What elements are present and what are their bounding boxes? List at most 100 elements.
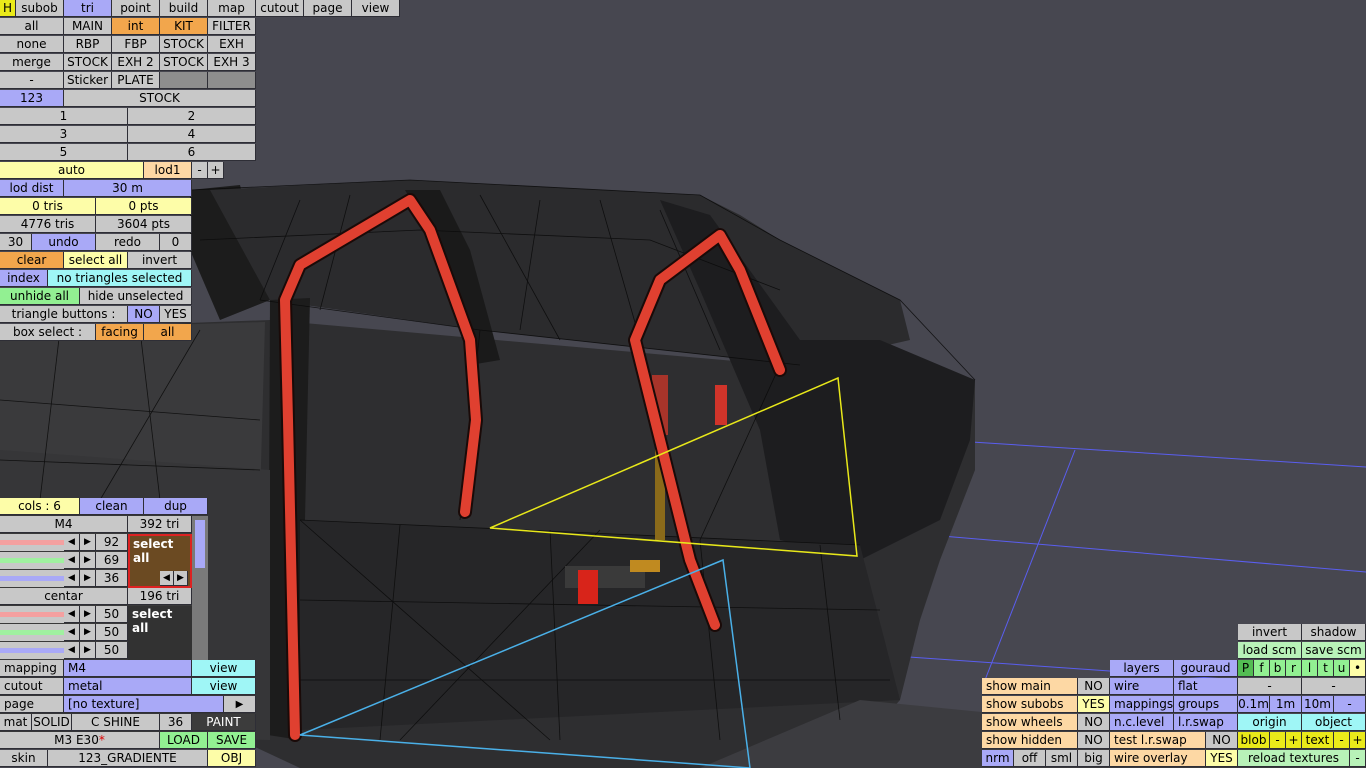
arrow-right-icon[interactable]: ▶ (80, 552, 96, 569)
lod-dist-value[interactable]: 30 m (64, 180, 192, 197)
paint-button[interactable]: PAINT (192, 714, 256, 731)
filter-all-button[interactable]: all (0, 18, 64, 35)
layers-button[interactable]: layers (1110, 660, 1174, 677)
tab-tri[interactable]: tri (64, 0, 112, 17)
subob-sticker[interactable]: Sticker (64, 72, 112, 89)
blob-plus-button[interactable]: + (1286, 732, 1302, 749)
groups-button[interactable]: groups (1174, 696, 1238, 713)
view-front-button[interactable]: P (1238, 660, 1254, 677)
invert-selection-button[interactable]: invert (128, 252, 192, 269)
grid-10m-button[interactable]: 10m (1302, 696, 1334, 713)
dot-icon[interactable]: • (1350, 660, 1366, 677)
material-2-name[interactable]: centar (0, 588, 128, 605)
subob-kit[interactable]: KIT (160, 18, 208, 35)
skin-value[interactable]: 123_GRADIENTE (48, 750, 208, 767)
material-1-blue-value[interactable]: 36 (96, 570, 128, 587)
show-hidden-toggle[interactable]: NO (1078, 732, 1110, 749)
tab-cutout[interactable]: cutout (256, 0, 304, 17)
view-b-button[interactable]: b (1270, 660, 1286, 677)
material-1-select-all[interactable]: select all (133, 537, 190, 565)
triangle-buttons-no[interactable]: NO (128, 306, 160, 323)
show-hidden-label[interactable]: show hidden (982, 732, 1078, 749)
material-2-green-value[interactable]: 50 (96, 624, 128, 641)
show-subobs-label[interactable]: show subobs (982, 696, 1078, 713)
dash-button-2[interactable]: - (1302, 678, 1366, 695)
show-subobs-toggle[interactable]: YES (1078, 696, 1110, 713)
material-1-red-value[interactable]: 92 (96, 534, 128, 551)
box-select-facing[interactable]: facing (96, 324, 144, 341)
triangle-buttons-yes[interactable]: YES (160, 306, 192, 323)
box-select-all[interactable]: all (144, 324, 192, 341)
material-1-green-value[interactable]: 69 (96, 552, 128, 569)
invert-button[interactable]: invert (1238, 624, 1302, 641)
lod-minus-button[interactable]: - (192, 162, 208, 179)
show-main-label[interactable]: show main (982, 678, 1078, 695)
shine-value[interactable]: 36 (160, 714, 192, 731)
lod1-button[interactable]: lod1 (144, 162, 192, 179)
object-button[interactable]: object (1302, 714, 1366, 731)
flat-button[interactable]: flat (1174, 678, 1238, 695)
hide-unselected-button[interactable]: hide unselected (80, 288, 192, 305)
subob-int[interactable]: int (112, 18, 160, 35)
undo-button[interactable]: undo (32, 234, 96, 251)
wire-overlay-label[interactable]: wire overlay (1110, 750, 1206, 767)
page-button-6[interactable]: 6 (128, 144, 256, 161)
view-r-button[interactable]: r (1286, 660, 1302, 677)
arrow-left-icon[interactable]: ◀ (160, 571, 174, 586)
subob-empty-1[interactable] (160, 72, 208, 89)
material-2-green-slider[interactable] (0, 624, 64, 641)
lr-swap-button[interactable]: l.r.swap (1174, 714, 1238, 731)
unhide-all-button[interactable]: unhide all (0, 288, 80, 305)
view-u-button[interactable]: u (1334, 660, 1350, 677)
page-button-1[interactable]: 1 (0, 108, 128, 125)
scrollbar-thumb[interactable] (195, 520, 205, 568)
tab-build[interactable]: build (160, 0, 208, 17)
index-button[interactable]: index (0, 270, 48, 287)
mappings-button[interactable]: mappings (1110, 696, 1174, 713)
origin-button[interactable]: origin (1238, 714, 1302, 731)
tab-map[interactable]: map (208, 0, 256, 17)
cutout-view-button[interactable]: view (192, 678, 256, 695)
show-main-toggle[interactable]: NO (1078, 678, 1110, 695)
gouraud-button[interactable]: gouraud (1174, 660, 1238, 677)
grid-01m-button[interactable]: 0.1m (1238, 696, 1270, 713)
grid-dash-button[interactable]: - (1334, 696, 1366, 713)
subob-stock[interactable]: STOCK (160, 36, 208, 53)
arrow-right-icon[interactable]: ▶ (80, 534, 96, 551)
clear-button[interactable]: clear (0, 252, 64, 269)
subob-exh2[interactable]: EXH 2 (112, 54, 160, 71)
arrow-right-icon[interactable]: ▶ (80, 570, 96, 587)
arrow-right-icon[interactable]: ▶ (80, 642, 96, 659)
reload-textures-button[interactable]: reload textures (1238, 750, 1350, 767)
view-f-button[interactable]: f (1254, 660, 1270, 677)
tab-point[interactable]: point (112, 0, 160, 17)
subob-empty-2[interactable] (208, 72, 256, 89)
subob-name[interactable]: STOCK (64, 90, 256, 107)
subob-stock-3[interactable]: STOCK (160, 54, 208, 71)
show-wheels-toggle[interactable]: NO (1078, 714, 1110, 731)
arrow-left-icon[interactable]: ◀ (64, 642, 80, 659)
normals-button[interactable]: nrm (982, 750, 1014, 767)
material-2-swatch[interactable]: select all (128, 606, 192, 660)
page-value[interactable]: [no texture] (64, 696, 224, 713)
tab-page[interactable]: page (304, 0, 352, 17)
redo-button[interactable]: redo (96, 234, 160, 251)
h-button[interactable]: H (0, 0, 16, 17)
material-1-red-slider[interactable] (0, 534, 64, 551)
lod-plus-button[interactable]: + (208, 162, 224, 179)
subob-stock-2[interactable]: STOCK (64, 54, 112, 71)
arrow-right-icon[interactable]: ▶ (80, 624, 96, 641)
material-2-blue-value[interactable]: 50 (96, 642, 128, 659)
mapping-view-button[interactable]: view (192, 660, 256, 677)
subob-filter[interactable]: FILTER (208, 18, 256, 35)
wire-button[interactable]: wire (1110, 678, 1174, 695)
clean-button[interactable]: clean (80, 498, 144, 515)
cutout-value[interactable]: metal (64, 678, 192, 695)
lod-auto-button[interactable]: auto (0, 162, 144, 179)
material-1-name[interactable]: M4 (0, 516, 128, 533)
arrow-left-icon[interactable]: ◀ (64, 570, 80, 587)
material-2-blue-slider[interactable] (0, 642, 64, 659)
arrow-left-icon[interactable]: ◀ (64, 624, 80, 641)
material-2-red-value[interactable]: 50 (96, 606, 128, 623)
material-2-red-slider[interactable] (0, 606, 64, 623)
